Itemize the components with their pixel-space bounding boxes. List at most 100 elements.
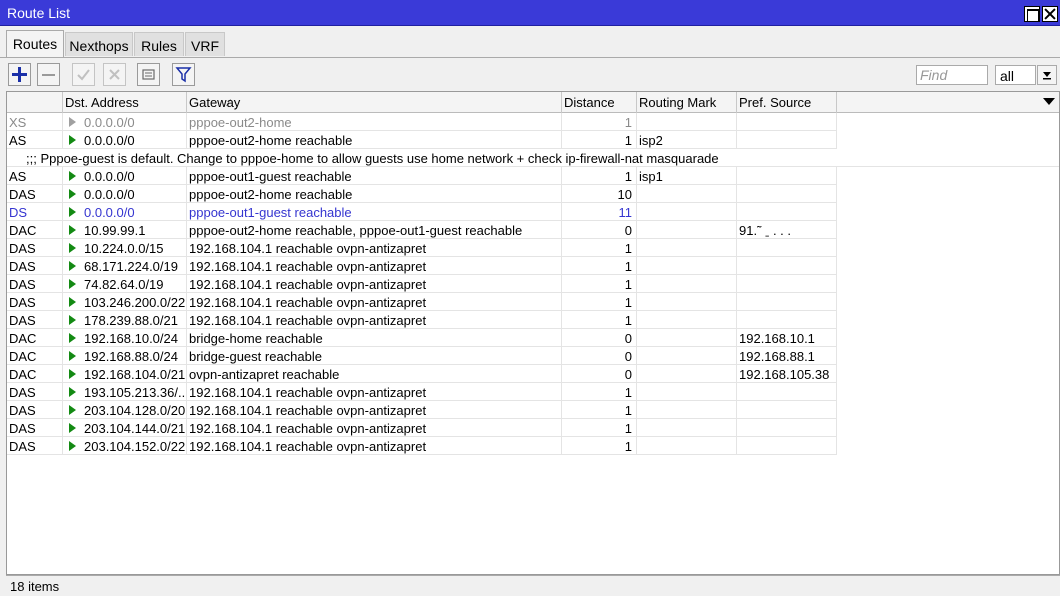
cell-routing-mark [637,419,737,437]
cell-routing-mark [637,347,737,365]
dst-address-text: 103.246.200.0/22 [84,295,186,310]
cell-routing-mark [637,113,737,131]
table-row[interactable]: AS 0.0.0.0/0 pppoe-out2-home reachable 1 isp… [7,131,837,149]
cell-dst-address: 0.0.0.0/0 [63,185,187,203]
cross-icon [109,69,120,80]
close-icon[interactable] [1042,6,1058,22]
table-row[interactable]: DAC 192.168.104.0/21 ovpn-antizapret reach… [7,365,837,383]
cell-gateway: bridge-guest reachable [187,347,562,365]
table-row[interactable]: DS 0.0.0.0/0 pppoe-out1-guest reachable 11 [7,203,837,221]
cell-routing-mark [637,275,737,293]
cell-dst-address: 192.168.104.0/21 [63,365,187,383]
table-row[interactable]: DAS 203.104.128.0/20 192.168.104.1 reachab… [7,401,837,419]
table-row[interactable]: AS 0.0.0.0/0 pppoe-out1-guest reachable 1 is… [7,167,837,185]
cell-distance: 11 [562,203,637,221]
cell-gateway: pppoe-out2-home reachable [187,131,562,149]
cell-dst-address: 193.105.213.36/... [63,383,187,401]
table-row[interactable]: XS 0.0.0.0/0 pppoe-out2-home 1 [7,113,837,131]
cell-routing-mark [637,185,737,203]
table-row[interactable]: DAS 203.104.152.0/22 192.168.104.1 reachab… [7,437,837,455]
dst-address-text: 203.104.144.0/21 [84,421,186,436]
table-row[interactable]: DAC 10.99.99.1 pppoe-out2-home reachable, … [7,221,837,239]
item-count: 18 items [10,579,60,594]
cell-gateway: 192.168.104.1 reachable ovpn-antizapret [187,239,562,257]
cell-gateway: pppoe-out1-guest reachable [187,203,562,221]
comment-button[interactable] [137,63,160,86]
column-header-routing-mark[interactable]: Routing Mark [637,92,737,113]
filter-select[interactable]: all [995,65,1036,85]
add-button[interactable] [8,63,31,86]
cell-gateway: pppoe-out2-home reachable [187,185,562,203]
column-header-gateway[interactable]: Gateway [187,92,562,113]
filter-button[interactable] [172,63,195,86]
tab-vrf[interactable]: VRF [185,32,225,56]
cell-dst-address: 10.224.0.0/15 [63,239,187,257]
table-row[interactable]: DAS 68.171.224.0/19 192.168.104.1 reachabl… [7,257,837,275]
cell-flags: DAS [7,275,63,293]
table-row[interactable]: DAS 178.239.88.0/21 192.168.104.1 reachabl… [7,311,837,329]
route-arrow-icon [69,225,76,235]
cell-dst-address: 0.0.0.0/0 [63,131,187,149]
route-arrow-icon [69,297,76,307]
column-menu-icon[interactable] [1043,98,1055,105]
toolbar: all [0,57,1060,91]
enable-button[interactable] [72,63,95,86]
cell-flags: XS [7,113,63,131]
tab-nexthops[interactable]: Nexthops [65,32,133,56]
route-table[interactable]: Dst. Address ⁄ Gateway Distance Routing … [6,91,1060,575]
column-header-dst-address[interactable]: Dst. Address ⁄ [63,92,230,113]
cell-distance: 0 [562,347,637,365]
cell-routing-mark: isp1 [637,167,737,185]
find-input[interactable] [916,65,988,85]
remove-button[interactable] [37,63,60,86]
dst-address-text: 203.104.128.0/20 [84,403,186,418]
table-row[interactable]: DAS 193.105.213.36/... 192.168.104.1 reach… [7,383,837,401]
table-row[interactable]: DAS 10.224.0.0/15 192.168.104.1 reachable … [7,239,837,257]
cell-flags: DAS [7,293,63,311]
cell-distance: 1 [562,113,637,131]
cell-routing-mark: isp2 [637,131,737,149]
cell-dst-address: 0.0.0.0/0 [63,167,187,185]
filter-select-button[interactable] [1037,65,1057,85]
dst-address-text: 0.0.0.0/0 [84,187,135,202]
cell-pref-source [737,167,837,185]
cell-gateway: 192.168.104.1 reachable ovpn-antizapret [187,419,562,437]
tab-routes[interactable]: Routes [6,30,64,57]
table-row[interactable]: DAC 192.168.88.0/24 bridge-guest reachable… [7,347,837,365]
cell-dst-address: 68.171.224.0/19 [63,257,187,275]
cell-routing-mark [637,401,737,419]
cell-routing-mark [637,365,737,383]
cell-routing-mark [637,203,737,221]
window-titlebar[interactable]: Route List [0,0,1060,26]
route-arrow-icon [69,189,76,199]
minus-icon [42,74,55,76]
cell-distance: 0 [562,365,637,383]
cell-distance: 10 [562,185,637,203]
tab-rules[interactable]: Rules [134,32,184,56]
cell-dst-address: 103.246.200.0/22 [63,293,187,311]
cell-pref-source [737,257,837,275]
cell-distance: 1 [562,131,637,149]
cell-gateway: 192.168.104.1 reachable ovpn-antizapret [187,311,562,329]
cell-flags: DAS [7,239,63,257]
route-arrow-icon [69,441,76,451]
cell-distance: 1 [562,419,637,437]
table-row[interactable]: DAC 192.168.10.0/24 bridge-home reachable 0… [7,329,837,347]
maximize-icon[interactable] [1024,6,1040,22]
dst-address-text: 0.0.0.0/0 [84,133,135,148]
cell-pref-source [737,113,837,131]
column-header-flags[interactable] [7,92,63,113]
table-row[interactable]: DAS 203.104.144.0/21 192.168.104.1 reachab… [7,419,837,437]
disable-button[interactable] [103,63,126,86]
cell-gateway: 192.168.104.1 reachable ovpn-antizapret [187,437,562,455]
route-arrow-icon [69,279,76,289]
dst-address-text: 192.168.104.0/21 [84,367,186,382]
cell-distance: 1 [562,401,637,419]
column-header-distance[interactable]: Distance [562,92,637,113]
table-row[interactable]: DAS 103.246.200.0/22 192.168.104.1 reachab… [7,293,837,311]
table-row[interactable]: DAS 74.82.64.0/19 192.168.104.1 reachable … [7,275,837,293]
cell-flags: DAS [7,401,63,419]
column-header-pref-source[interactable]: Pref. Source [737,92,837,113]
table-row[interactable]: DAS 0.0.0.0/0 pppoe-out2-home reachable 10 [7,185,837,203]
cell-flags: DAS [7,383,63,401]
